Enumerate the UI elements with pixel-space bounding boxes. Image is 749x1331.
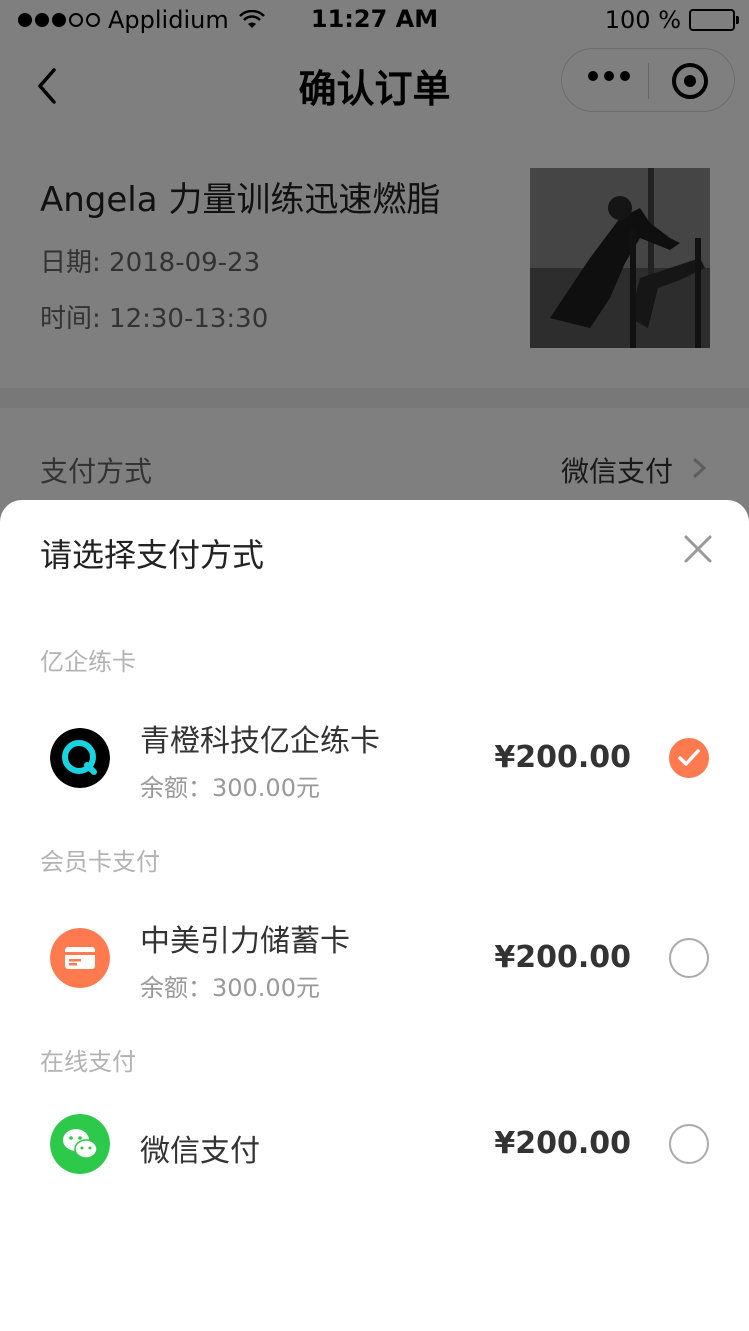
radio-unselected[interactable]: [669, 938, 709, 978]
payment-sheet: 请选择支付方式 亿企练卡 青橙科技亿企练卡 余额：300.00元 ¥200.00…: [0, 500, 749, 1331]
payment-option-member-card[interactable]: 中美引力储蓄卡 余额：300.00元 ¥200.00: [0, 898, 749, 1018]
option-balance: 余额：300.00元: [140, 774, 320, 802]
option-amount: ¥200.00: [494, 740, 631, 775]
section-label-yiqilian: 亿企练卡: [40, 648, 136, 676]
close-icon[interactable]: [683, 534, 713, 564]
sheet-title: 请选择支付方式: [40, 536, 265, 574]
option-amount: ¥200.00: [494, 1126, 631, 1161]
option-balance: 余额：300.00元: [140, 974, 320, 1002]
option-name: 微信支付: [140, 1134, 260, 1169]
check-icon: [678, 749, 700, 766]
payment-option-wechat[interactable]: 微信支付 ¥200.00: [0, 1084, 749, 1204]
wechat-icon: [50, 1114, 110, 1174]
payment-option-yiqilian[interactable]: 青橙科技亿企练卡 余额：300.00元 ¥200.00: [0, 698, 749, 818]
option-name: 中美引力储蓄卡: [140, 924, 350, 959]
radio-selected[interactable]: [669, 738, 709, 778]
section-label-online: 在线支付: [40, 1048, 136, 1076]
option-name: 青橙科技亿企练卡: [140, 724, 380, 759]
radio-unselected[interactable]: [669, 1124, 709, 1164]
section-label-member-card: 会员卡支付: [40, 848, 160, 876]
qingcheng-logo-icon: [50, 728, 110, 788]
option-amount: ¥200.00: [494, 940, 631, 975]
card-icon: [50, 928, 110, 988]
